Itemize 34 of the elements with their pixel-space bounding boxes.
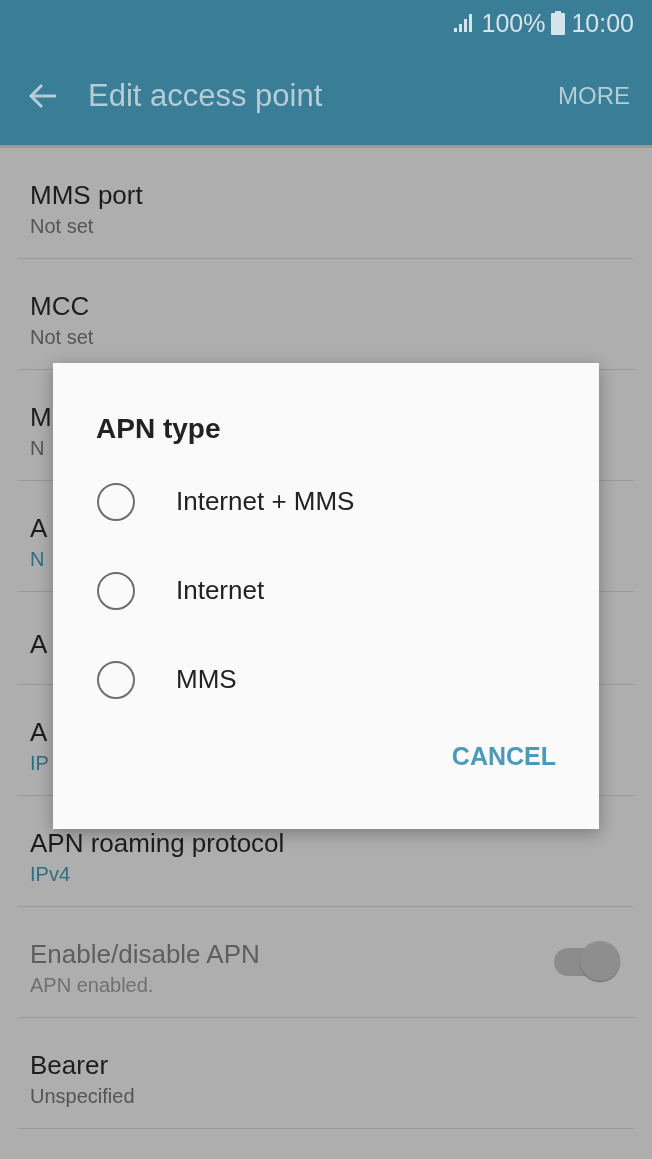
radio-button[interactable] bbox=[97, 571, 135, 610]
setting-value: N bbox=[30, 437, 45, 461]
battery-percent: 100% bbox=[481, 8, 546, 38]
radio-option[interactable]: Internet bbox=[96, 546, 556, 635]
option-label: Internet bbox=[176, 575, 265, 606]
setting-title: APN roaming protocol bbox=[30, 829, 285, 858]
setting-value: Not set bbox=[30, 326, 94, 350]
setting-item[interactable]: MMS port Not set bbox=[18, 148, 634, 259]
setting-item[interactable]: Bearer Unspecified bbox=[18, 1018, 634, 1129]
setting-title: MMS port bbox=[30, 181, 143, 210]
setting-value: N bbox=[30, 548, 45, 572]
radio-button[interactable] bbox=[97, 482, 135, 521]
screen-title: Edit access point bbox=[88, 77, 324, 114]
setting-title: A bbox=[30, 718, 48, 747]
setting-title: Bearer bbox=[30, 1051, 109, 1080]
radio-option[interactable]: MMS bbox=[96, 635, 556, 724]
setting-title: Enable/disable APN bbox=[30, 940, 260, 969]
setting-value: Unspecified bbox=[30, 1085, 135, 1109]
setting-title: MCC bbox=[30, 292, 90, 321]
dialog-title: APN type bbox=[96, 413, 222, 445]
setting-value: IPv4 bbox=[30, 863, 71, 887]
setting-title: M bbox=[30, 403, 52, 432]
setting-value: IP bbox=[30, 752, 49, 776]
clock: 10:00 bbox=[571, 8, 634, 38]
setting-title: A bbox=[30, 514, 48, 543]
battery-icon bbox=[551, 11, 566, 35]
option-label: Internet + MMS bbox=[176, 486, 355, 517]
back-arrow-icon[interactable] bbox=[28, 82, 58, 109]
setting-value: Not set bbox=[30, 215, 94, 239]
setting-value: APN enabled. bbox=[30, 974, 154, 998]
radio-button[interactable] bbox=[97, 660, 135, 699]
radio-option[interactable]: Internet + MMS bbox=[96, 457, 556, 546]
setting-title: A bbox=[30, 631, 48, 659]
option-label: MMS bbox=[176, 664, 237, 695]
